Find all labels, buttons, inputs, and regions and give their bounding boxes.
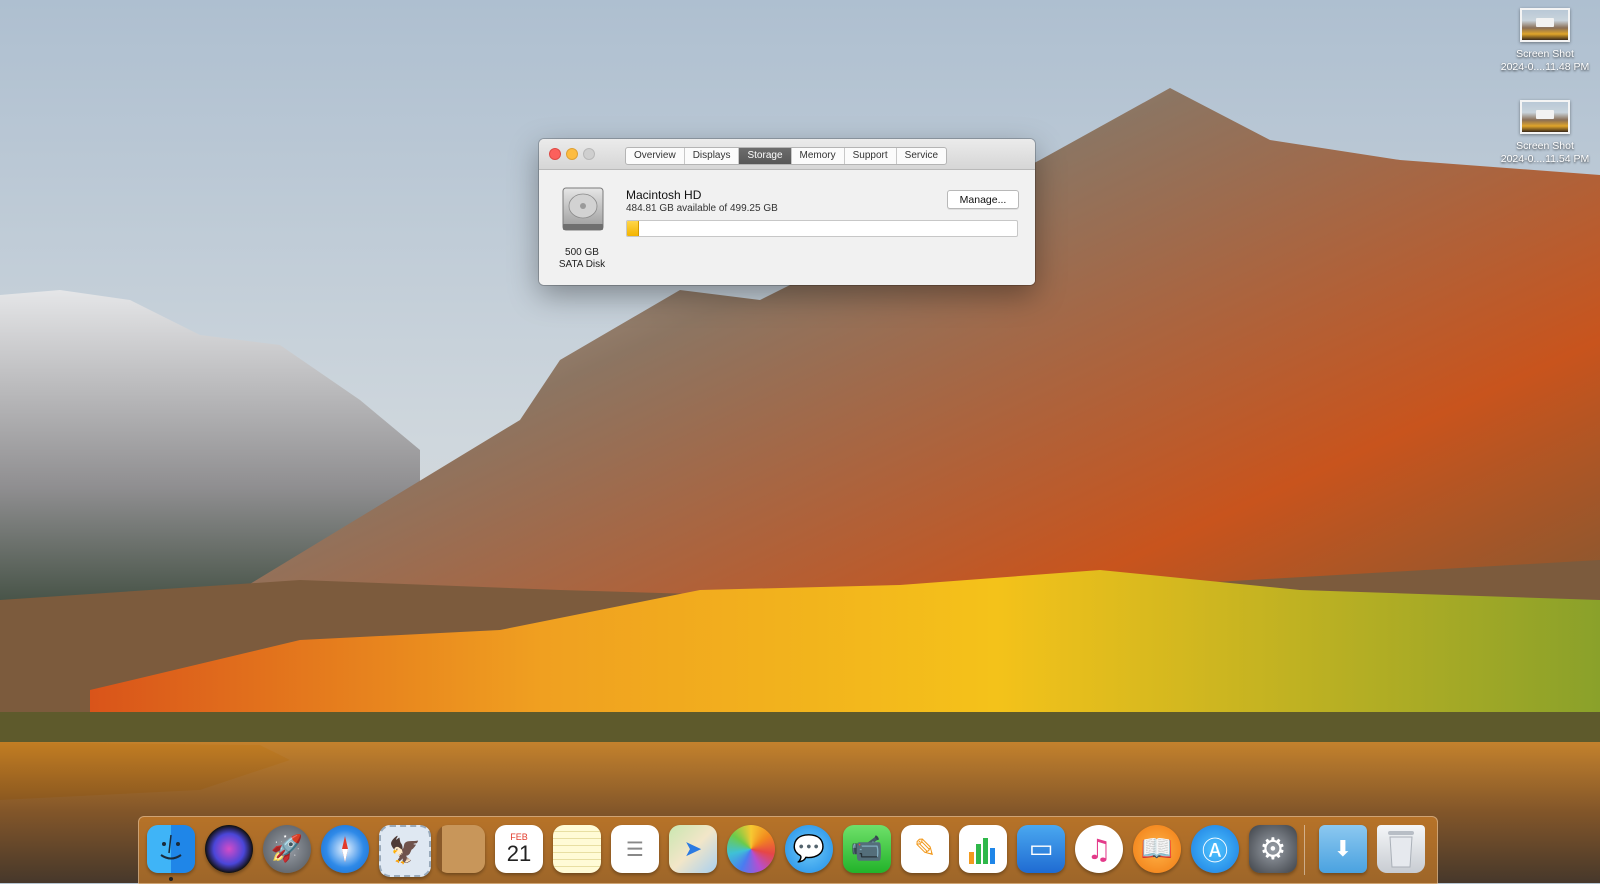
desktop-wallpaper — [0, 0, 1600, 883]
reminders-icon[interactable]: ☰ — [611, 825, 659, 873]
speech-bubble-icon[interactable]: 💬 — [785, 825, 833, 873]
minimize-button[interactable] — [566, 148, 578, 160]
stamp-icon[interactable]: 🦅 — [379, 825, 431, 877]
open-book-icon[interactable]: 📖 — [1133, 825, 1181, 873]
notes-icon[interactable] — [553, 825, 601, 873]
disk-type: SATA Disk — [558, 259, 606, 270]
finder-icon[interactable] — [147, 825, 195, 881]
tab-memory[interactable]: Memory — [792, 148, 845, 164]
screenshot-thumbnail-icon — [1520, 100, 1570, 134]
tab-storage[interactable]: Storage — [739, 148, 792, 164]
about-this-mac-window: Overview Displays Storage Memory Support… — [539, 139, 1035, 285]
running-indicator — [169, 877, 173, 881]
dock: 🚀 🦅 FEB 21 ☰ ➤ 💬 📹 ✎ ▭ ♫ 📖 Ⓐ ⚙ ⬇ — [138, 816, 1438, 884]
desktop-file-label: Screen Shot 2024-0....11.54 PM — [1500, 140, 1590, 165]
photos-icon[interactable] — [727, 825, 775, 873]
manage-button[interactable]: Manage... — [947, 190, 1019, 209]
siri-icon[interactable] — [205, 825, 253, 873]
rocket-icon[interactable]: 🚀 — [263, 825, 311, 873]
tab-overview[interactable]: Overview — [626, 148, 685, 164]
disk-description: 500 GB SATA Disk — [549, 247, 615, 271]
music-note-icon[interactable]: ♫ — [1075, 825, 1123, 873]
close-button[interactable] — [549, 148, 561, 160]
storage-usage-bar — [626, 220, 1018, 237]
tab-bar: Overview Displays Storage Memory Support… — [625, 147, 948, 165]
bar-chart-icon[interactable] — [959, 825, 1007, 873]
contacts-icon[interactable] — [437, 825, 485, 873]
desktop-file-label: Screen Shot 2024-0....11.48 PM — [1500, 48, 1590, 73]
download-folder-icon[interactable]: ⬇ — [1319, 825, 1367, 873]
trash-icon[interactable] — [1377, 825, 1425, 873]
desktop-file-screenshot-1[interactable]: Screen Shot 2024-0....11.48 PM — [1490, 8, 1600, 74]
podium-icon[interactable]: ▭ — [1017, 825, 1065, 873]
gear-icon[interactable]: ⚙ — [1249, 825, 1297, 873]
app-store-icon[interactable]: Ⓐ — [1191, 825, 1239, 873]
calendar-day: 21 — [506, 841, 532, 866]
volume-name: Macintosh HD — [626, 188, 702, 202]
disk-capacity: 500 GB — [565, 247, 599, 258]
hard-drive-icon — [562, 187, 604, 231]
zoom-button[interactable] — [583, 148, 595, 160]
desktop-file-screenshot-2[interactable]: Screen Shot 2024-0....11.54 PM — [1490, 100, 1600, 166]
screenshot-thumbnail-icon — [1520, 8, 1570, 42]
volume-availability: 484.81 GB available of 499.25 GB — [626, 203, 778, 214]
tab-support[interactable]: Support — [845, 148, 897, 164]
dock-separator — [1304, 825, 1305, 875]
calendar-icon[interactable]: FEB 21 — [495, 825, 543, 873]
storage-usage-fill — [627, 221, 640, 236]
compass-icon[interactable] — [321, 825, 369, 873]
tab-displays[interactable]: Displays — [685, 148, 740, 164]
map-icon[interactable]: ➤ — [669, 825, 717, 873]
pages-icon[interactable]: ✎ — [901, 825, 949, 873]
tab-service[interactable]: Service — [897, 148, 946, 164]
storage-pane: 500 GB SATA Disk Macintosh HD 484.81 GB … — [539, 170, 1035, 285]
window-titlebar[interactable]: Overview Displays Storage Memory Support… — [539, 139, 1035, 170]
video-camera-icon[interactable]: 📹 — [843, 825, 891, 873]
